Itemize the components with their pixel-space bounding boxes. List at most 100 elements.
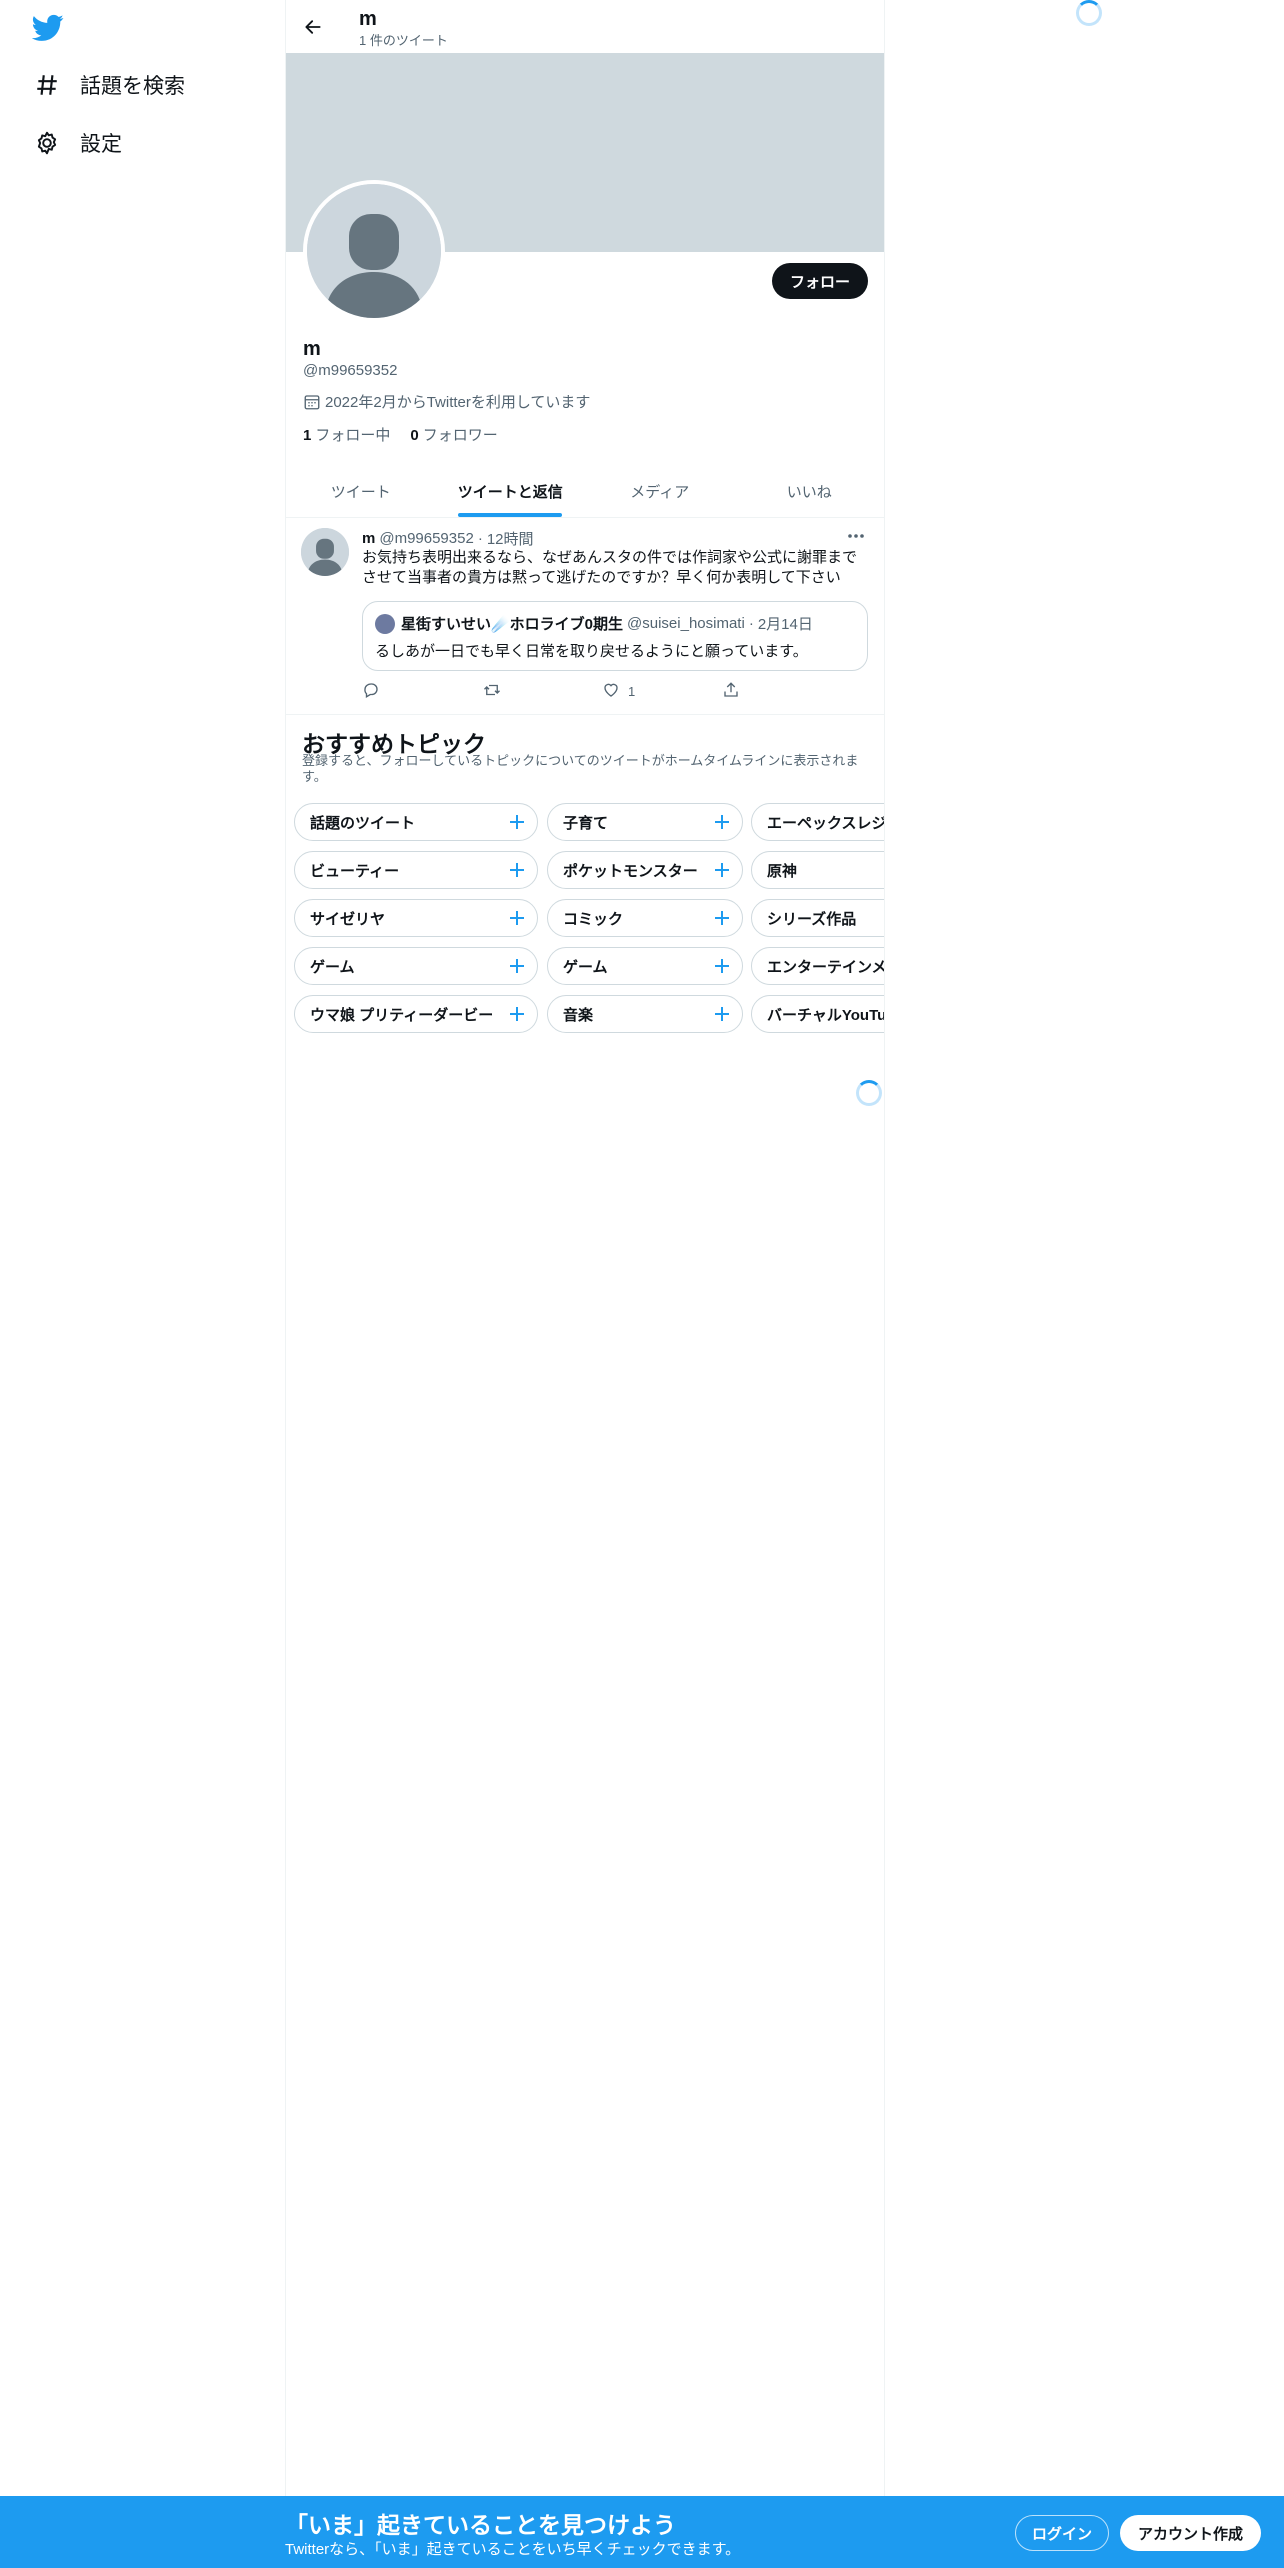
gear-icon xyxy=(32,128,62,158)
topic-label: 子育て xyxy=(563,814,609,832)
topic-chip[interactable]: バーチャルYouTuber xyxy=(751,995,884,1033)
topic-chip[interactable]: エンターテインメント xyxy=(751,947,884,985)
topic-chip[interactable]: シリーズ作品 xyxy=(751,899,884,937)
plus-icon[interactable] xyxy=(712,1004,732,1024)
quote-text: るしあが一日でも早く日常を取り戻せるようにと願っています。 xyxy=(375,643,808,660)
topic-label: コミック xyxy=(563,910,624,928)
topic-label: ゲーム xyxy=(563,958,608,976)
quote-author-handle: @suisei_hosimati xyxy=(627,615,745,632)
plus-icon[interactable] xyxy=(712,812,732,832)
sidebar-item-explore[interactable]: 話題を検索 xyxy=(32,70,185,100)
topic-chip[interactable]: 子育て xyxy=(547,803,743,841)
like-button[interactable]: 1 xyxy=(602,681,672,702)
topic-label: ビューティー xyxy=(310,862,400,880)
tweet-count: 1 件のツイート xyxy=(359,33,448,48)
topic-chip[interactable]: ウマ娘 プリティーダービー xyxy=(294,995,538,1033)
signup-bottom-bar: 「いま」起きていることを見つけよう Twitterなら、「いま」起きていることを… xyxy=(0,2496,1284,2568)
sidebar: 話題を検索 設定 xyxy=(0,0,285,2568)
avatar[interactable] xyxy=(301,528,349,576)
topic-label: エンターテインメント xyxy=(767,958,884,976)
loading-spinner xyxy=(856,1080,882,1106)
plus-icon[interactable] xyxy=(712,908,732,928)
topic-chip[interactable]: 音楽 xyxy=(547,995,743,1033)
sidebar-item-label: 設定 xyxy=(80,133,122,156)
plus-icon[interactable] xyxy=(507,956,527,976)
topic-label: ウマ娘 プリティーダービー xyxy=(310,1006,494,1024)
topic-label: シリーズ作品 xyxy=(767,910,857,928)
more-icon[interactable] xyxy=(844,526,868,546)
topic-chip[interactable]: コミック xyxy=(547,899,743,937)
recommended-topics: おすすめトピック 登録すると、フォローしているトピックについてのツイートがホーム… xyxy=(286,715,884,1045)
plus-icon[interactable] xyxy=(507,812,527,832)
quote-header: 星街すいせい☄️ホロライブ0期生 @suisei_hosimati · 2月14… xyxy=(375,613,813,634)
bottom-bar-title: 「いま」起きていることを見つけよう xyxy=(285,2512,676,2538)
topic-label: エーペックスレジェンズ xyxy=(767,814,884,832)
signup-button[interactable]: アカウント作成 xyxy=(1120,2515,1262,2551)
page-title: m xyxy=(359,8,377,30)
sidebar-item-settings[interactable]: 設定 xyxy=(32,128,122,158)
tab-tweets-replies[interactable]: ツイートと返信 xyxy=(436,465,586,517)
topic-chip[interactable]: ゲーム xyxy=(294,947,538,985)
tweet-header: m @m99659352 · 12時間 xyxy=(362,528,534,549)
bottom-bar-subtitle: Twitterなら、「いま」起きていることをいち早くチェックできます。 xyxy=(285,2541,741,2558)
topic-chip[interactable]: ゲーム xyxy=(547,947,743,985)
tab-tweets[interactable]: ツイート xyxy=(286,465,436,517)
quote-author-name: 星街すいせい☄️ホロライブ0期生 xyxy=(401,616,624,633)
tab-likes[interactable]: いいね xyxy=(735,465,885,517)
quote-date: 2月14日 xyxy=(757,616,813,633)
topic-chip[interactable]: 原神 xyxy=(751,851,884,889)
plus-icon[interactable] xyxy=(507,860,527,880)
sidebar-item-label: 話題を検索 xyxy=(80,75,185,98)
plus-icon[interactable] xyxy=(507,908,527,928)
topic-chip[interactable]: エーペックスレジェンズ xyxy=(751,803,884,841)
tab-media[interactable]: メディア xyxy=(585,465,735,517)
loading-spinner xyxy=(1076,0,1102,26)
topic-chip[interactable]: 話題のツイート xyxy=(294,803,538,841)
topic-chip[interactable]: サイゼリヤ xyxy=(294,899,538,937)
topic-label: 話題のツイート xyxy=(310,814,416,832)
topic-label: 音楽 xyxy=(563,1006,594,1024)
retweet-icon xyxy=(482,681,502,702)
tweet-item[interactable]: m @m99659352 · 12時間 お気持ち表明出来るなら、なぜあんスタの件… xyxy=(286,518,884,715)
tweet-time[interactable]: 12時間 xyxy=(487,528,534,549)
separator: · xyxy=(748,615,754,632)
twitter-bird-icon[interactable] xyxy=(31,14,64,42)
profile-joined: 2022年2月からTwitterを利用しています xyxy=(303,391,590,412)
separator: · xyxy=(477,530,483,547)
calendar-icon xyxy=(303,393,321,411)
reply-icon xyxy=(362,681,380,702)
joined-text: 2022年2月からTwitterを利用しています xyxy=(325,394,591,411)
share-icon xyxy=(722,681,740,702)
profile-name: m xyxy=(303,338,321,360)
hashtag-icon xyxy=(32,70,62,100)
profile-avatar[interactable] xyxy=(303,180,445,322)
topics-description: 登録すると、フォローしているトピックについてのツイートがホームタイムラインに表示… xyxy=(302,753,859,784)
topic-chip[interactable]: ポケットモンスター xyxy=(547,851,743,889)
retweet-button[interactable] xyxy=(482,681,552,702)
follow-button[interactable]: フォロー xyxy=(771,263,868,299)
back-arrow-icon[interactable] xyxy=(298,12,328,42)
topic-label: バーチャルYouTuber xyxy=(767,1006,884,1024)
tweet-author-name[interactable]: m xyxy=(362,530,375,547)
like-count: 1 xyxy=(628,684,636,699)
topic-label: 原神 xyxy=(767,862,798,880)
followers-link[interactable]: 0 フォロワー xyxy=(410,424,497,445)
heart-icon xyxy=(602,681,620,702)
share-button[interactable] xyxy=(722,681,792,702)
tweet-author-handle[interactable]: @m99659352 xyxy=(379,530,473,547)
reply-button[interactable] xyxy=(362,681,432,702)
topics-grid: 話題のツイート 子育て エーペックスレジェンズビューティー ポケットモンスター 原神サイ… xyxy=(294,803,884,1043)
topic-label: ゲーム xyxy=(310,958,355,976)
tweet-actions: 1 xyxy=(362,681,792,702)
topic-chip[interactable]: ビューティー xyxy=(294,851,538,889)
main-column: m 1 件のツイート フォロー m @m99659352 2022年2月からTw… xyxy=(285,0,885,2496)
plus-icon[interactable] xyxy=(712,860,732,880)
quoted-tweet[interactable]: 星街すいせい☄️ホロライブ0期生 @suisei_hosimati · 2月14… xyxy=(362,601,868,671)
follow-stats: 1 フォロー中 0 フォロワー xyxy=(303,424,498,445)
plus-icon[interactable] xyxy=(507,1004,527,1024)
login-button[interactable]: ログイン xyxy=(1015,2515,1110,2551)
following-link[interactable]: 1 フォロー中 xyxy=(303,424,390,445)
topic-label: ポケットモンスター xyxy=(563,862,698,880)
avatar xyxy=(375,613,395,634)
plus-icon[interactable] xyxy=(712,956,732,976)
